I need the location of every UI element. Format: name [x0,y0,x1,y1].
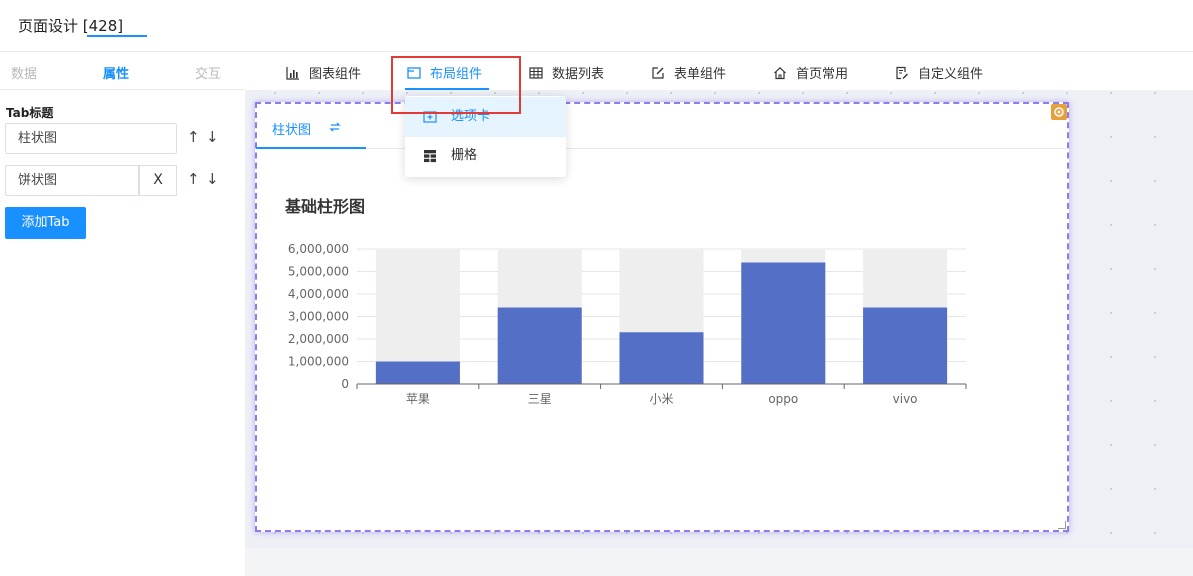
active-tab-indicator [87,35,147,37]
custom-doc-icon [896,66,908,80]
bar [619,332,704,384]
x-tick-label: 小米 [649,392,673,406]
refresh-icon[interactable] [329,121,341,133]
y-tick-label: 0 [341,377,349,391]
page-header: 页面设计 [428] [0,0,1193,52]
chart-title: 基础柱形图 [285,197,366,216]
move-down-icon[interactable]: ↓ [206,170,219,188]
menu-item-label: 栅格 [451,148,478,163]
card-tab-bar-chart[interactable]: 柱状图 [272,119,311,138]
grid-icon [424,150,436,163]
edit-icon [652,67,664,79]
bar [863,307,948,384]
tab-interaction[interactable]: 交互 [195,63,221,82]
x-tick-label: oppo [768,392,798,406]
bar-chart-icon [286,67,299,80]
tab-data[interactable]: 数据 [11,63,37,82]
menu-item-grid[interactable]: 栅格 [405,136,566,176]
home-icon [774,66,786,80]
toolbar-label: 首页常用 [796,67,849,82]
y-tick-label: 1,000,000 [288,355,349,369]
x-tick-label: 三星 [528,392,552,406]
move-down-icon[interactable]: ↓ [206,128,219,146]
toolbar-label: 自定义组件 [918,67,984,82]
card-tab-indicator [256,147,366,149]
y-tick-label: 5,000,000 [288,265,349,279]
property-panel: Tab标题 柱状图 ↑ ↓ 饼状图 X ↑ ↓ 添加Tab [0,90,244,576]
toolbar-label: 图表组件 [309,67,362,82]
tab-title-input-1[interactable]: 柱状图 [5,123,177,154]
resize-handle[interactable] [1058,521,1066,529]
y-tick-label: 3,000,000 [288,310,349,324]
move-up-icon[interactable]: ↑ [187,128,200,146]
canvas-footer [245,548,1193,576]
component-toolbar: 图表组件 布局组件 数据列表 表单组件 首页常用 自定义组件 [244,53,1193,90]
tab-title-input-2[interactable]: 饼状图 [5,165,139,196]
add-tab-button[interactable]: 添加Tab [5,207,86,239]
highlight-frame [391,56,521,114]
toolbar-form-components[interactable]: 表单组件 [651,63,726,83]
toolbar-custom-components[interactable]: 自定义组件 [895,63,983,83]
toolbar-home-common[interactable]: 首页常用 [773,63,848,83]
toolbar-label: 数据列表 [552,67,605,82]
bar [497,307,582,384]
tab-title-heading: Tab标题 [6,106,54,120]
move-up-icon[interactable]: ↑ [187,170,200,188]
delete-tab-button[interactable]: X [139,165,177,196]
bar-chart: 0 1,000,000 2,000,000 3,000,000 4,000,000 5,0… [288,242,967,406]
x-tick-label: vivo [893,392,918,406]
page-title: 页面设计 [428] [18,17,124,35]
left-panel-tabs: 数据 属性 交互 [0,53,244,90]
toolbar-label: 表单组件 [674,67,727,82]
card-tab-bar: 柱状图 [256,104,1068,149]
table-icon [529,67,543,79]
y-tick-label: 4,000,000 [288,287,349,301]
bar [375,361,460,384]
bar [741,262,826,384]
toolbar-chart-components[interactable]: 图表组件 [286,63,361,83]
y-tick-label: 6,000,000 [288,242,349,256]
y-tick-label: 2,000,000 [288,332,349,346]
x-tick-label: 苹果 [406,392,430,406]
tab-properties[interactable]: 属性 [103,63,129,82]
toolbar-data-list[interactable]: 数据列表 [529,63,604,83]
